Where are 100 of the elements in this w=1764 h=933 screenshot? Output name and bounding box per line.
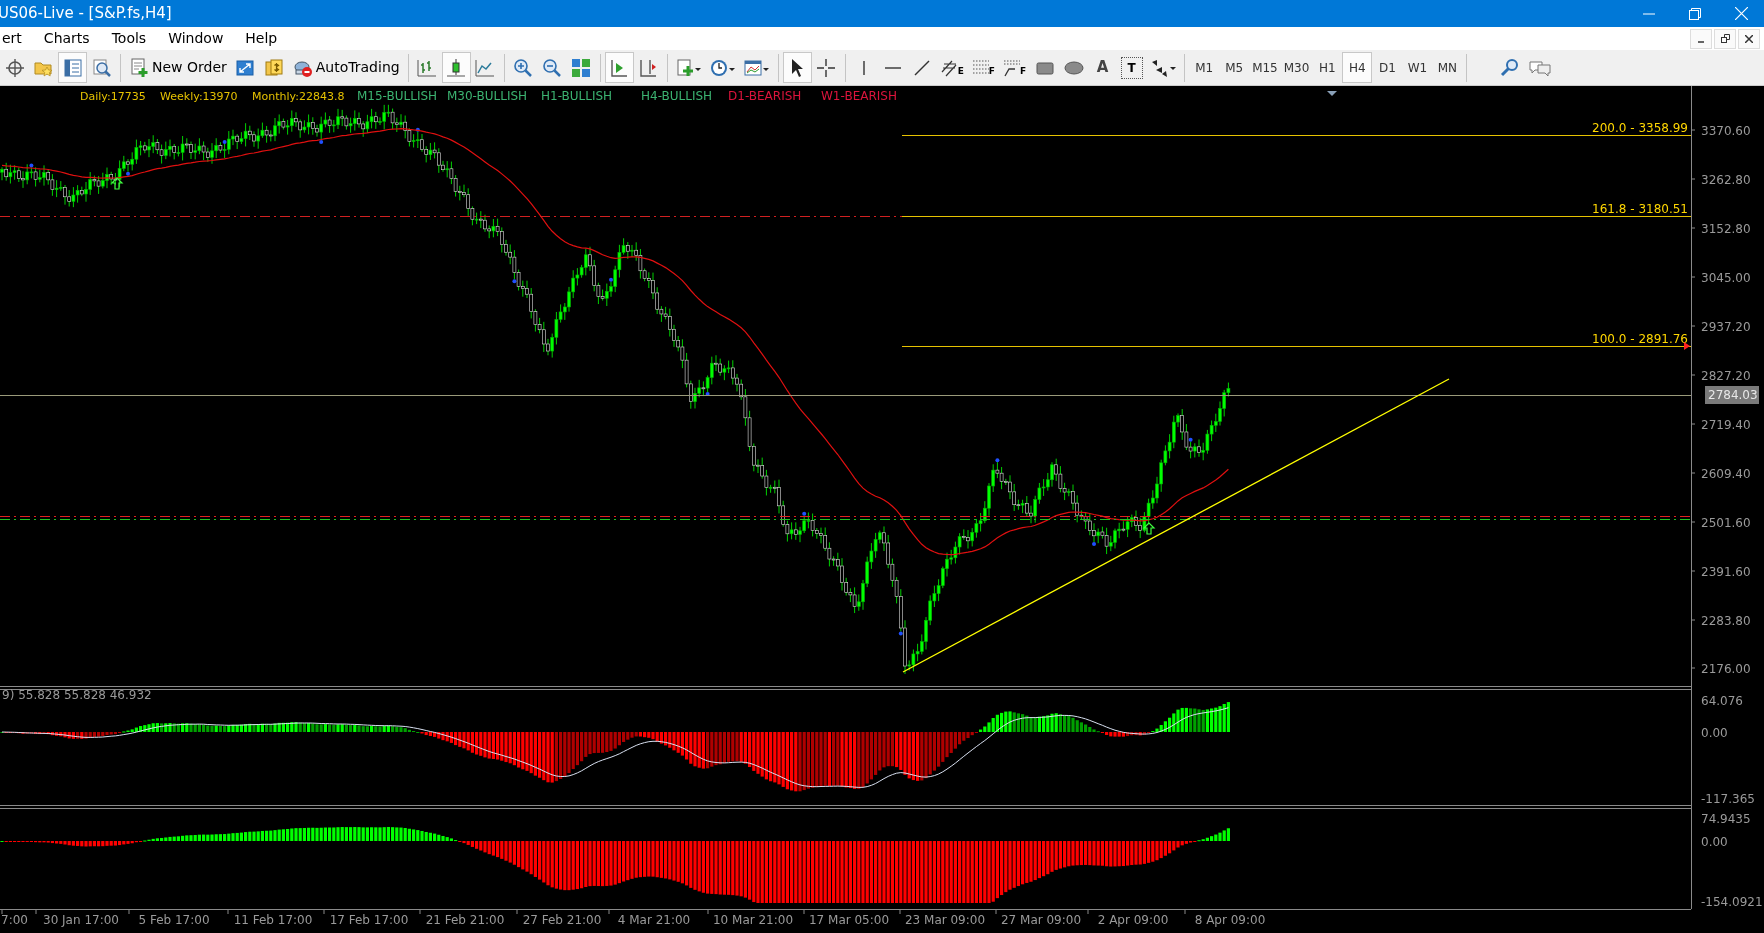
timeframe-button[interactable]: D1	[1372, 52, 1403, 83]
price-axis-label: 2176.00	[1701, 662, 1751, 676]
price-axis-label: 3152.80	[1701, 222, 1751, 236]
menu-item[interactable]: Tools	[101, 27, 159, 50]
trend-label: M30-BULLISH	[447, 89, 528, 103]
bar-chart-icon	[417, 57, 438, 78]
indicator-plus-icon	[675, 57, 702, 78]
expand-icon	[235, 57, 256, 78]
info-label: Daily:17735	[80, 90, 146, 103]
chart-shift-marker-icon	[1327, 91, 1337, 96]
current-price-tag: 2784.03	[1705, 386, 1759, 404]
timeframe-button[interactable]: M1	[1189, 52, 1220, 83]
navigator-button[interactable]	[58, 52, 87, 83]
trend-label: H4-BULLISH	[641, 89, 713, 103]
timeframe-button[interactable]: H1	[1312, 52, 1343, 83]
timeframe-button[interactable]: M15	[1249, 52, 1281, 83]
zoom-out-icon	[542, 57, 563, 78]
trend-label: M15-BULLISH	[357, 89, 438, 103]
price-axis-label: 2391.60	[1701, 565, 1751, 579]
price-axis-label: 3045.00	[1701, 271, 1751, 285]
timeframe-button[interactable]: MN	[1432, 52, 1463, 83]
time-axis-label: 10 Mar 21:00	[712, 913, 794, 927]
menu-item[interactable]: Window	[158, 27, 236, 50]
window-title: US06-Live - [S&P.fs,H4]	[0, 3, 172, 25]
time-axis-label: 7:00	[1, 913, 28, 927]
time-axis-label: 30 Jan 17:00	[43, 913, 119, 927]
indicator-axis-label: 0.00	[1701, 726, 1728, 740]
indicator-values-label: 9) 55.828 55.828 46.932	[2, 688, 152, 702]
price-axis-label: 2283.80	[1701, 614, 1751, 628]
dollar-coins-icon	[264, 57, 285, 78]
vertical-line-icon	[863, 60, 866, 75]
indicator-axis-label: 64.076	[1701, 694, 1743, 708]
arrow-marks-icon	[1150, 57, 1177, 78]
up-arrow-icon	[1142, 522, 1156, 535]
time-axis-label: 4 Mar 21:00	[617, 913, 691, 927]
search-icon	[1499, 57, 1520, 78]
menu-item[interactable]: Help	[235, 27, 290, 50]
minimize-icon[interactable]	[1690, 28, 1712, 49]
robot-stop-button[interactable]: AutoTrading	[288, 52, 404, 83]
text-tool-button[interactable]: A	[1088, 52, 1118, 83]
fibonacci-fan-button[interactable]: F	[998, 52, 1031, 83]
channel-button[interactable]: E	[936, 52, 968, 83]
trend-label: W1-BEARISH	[821, 89, 897, 103]
target-icon	[4, 57, 25, 78]
timeframe-button[interactable]: W1	[1402, 52, 1433, 83]
price-axis-label: 2827.20	[1701, 369, 1751, 383]
zoom-in-icon	[513, 57, 534, 78]
restore-icon	[1689, 7, 1701, 20]
price-axis-label: 3262.80	[1701, 173, 1751, 187]
line-chart-icon	[475, 57, 496, 78]
time-axis-label: 17 Feb 17:00	[329, 913, 409, 927]
info-label: Weekly:13970	[160, 90, 238, 103]
close-icon	[1734, 7, 1748, 20]
indicator-axis-label: 0.00	[1701, 835, 1728, 849]
price-axis-label: 2937.20	[1701, 320, 1751, 334]
restore-icon[interactable]	[1714, 28, 1736, 49]
time-axis-label: 17 Mar 05:00	[808, 913, 890, 927]
candlestick-button[interactable]	[441, 52, 471, 83]
fibonacci-level-label: 200.0 - 3358.99	[1592, 121, 1688, 135]
timeframe-button[interactable]: M5	[1219, 52, 1250, 83]
fibonacci-button[interactable]: F	[967, 52, 999, 83]
document-plus-button[interactable]: New Order	[125, 52, 231, 83]
close-icon[interactable]	[1738, 28, 1760, 49]
price-axis-label: 2609.40	[1701, 467, 1751, 481]
navigator-icon	[62, 57, 83, 78]
crosshair-icon	[816, 57, 837, 78]
candlestick-icon	[446, 57, 467, 78]
price-axis-label: 2719.40	[1701, 418, 1751, 432]
time-axis-label: 23 Mar 09:00	[904, 913, 986, 927]
fibonacci-level-label: 100.0 - 2891.76	[1592, 332, 1688, 346]
horizontal-line-icon	[885, 66, 902, 69]
template-icon	[743, 57, 770, 78]
timeframe-button[interactable]: H4	[1342, 52, 1373, 83]
price-axis-label: 2501.60	[1701, 516, 1751, 530]
text-label-button[interactable]: T	[1117, 52, 1147, 83]
auto-scroll-icon	[609, 57, 630, 78]
time-axis-label: 27 Mar 09:00	[1000, 913, 1082, 927]
fibonacci-level-label: 161.8 - 3180.51	[1592, 202, 1688, 216]
menu-item[interactable]: ert	[0, 27, 34, 50]
time-axis-label: 21 Feb 21:00	[425, 913, 505, 927]
trend-label: D1-BEARISH	[728, 89, 802, 103]
document-plus-icon	[129, 57, 149, 78]
time-axis-label: 5 Feb 17:00	[138, 913, 210, 927]
menu-item[interactable]: Charts	[33, 27, 102, 50]
price-axis-label: 3370.60	[1701, 124, 1751, 138]
trend-label: H1-BULLISH	[541, 89, 613, 103]
tile-windows-icon	[571, 57, 592, 78]
clock-icon	[709, 57, 736, 78]
indicator-axis-label: -154.0921	[1701, 895, 1763, 909]
info-label: Monthly:22843.8	[252, 90, 345, 103]
time-axis-label: 11 Feb 17:00	[233, 913, 313, 927]
time-axis-label: 2 Apr 09:00	[1097, 913, 1169, 927]
auto-scroll-button[interactable]	[604, 52, 634, 83]
timeframe-button[interactable]: M30	[1280, 52, 1313, 83]
indicator-axis-label: 74.9435	[1701, 812, 1751, 826]
price-marker-icon	[1684, 342, 1690, 350]
cursor-button[interactable]	[782, 52, 812, 83]
time-axis-label: 8 Apr 09:00	[1194, 913, 1266, 927]
time-axis-label: 27 Feb 21:00	[522, 913, 602, 927]
indicator-axis-label: -117.365	[1701, 792, 1755, 806]
